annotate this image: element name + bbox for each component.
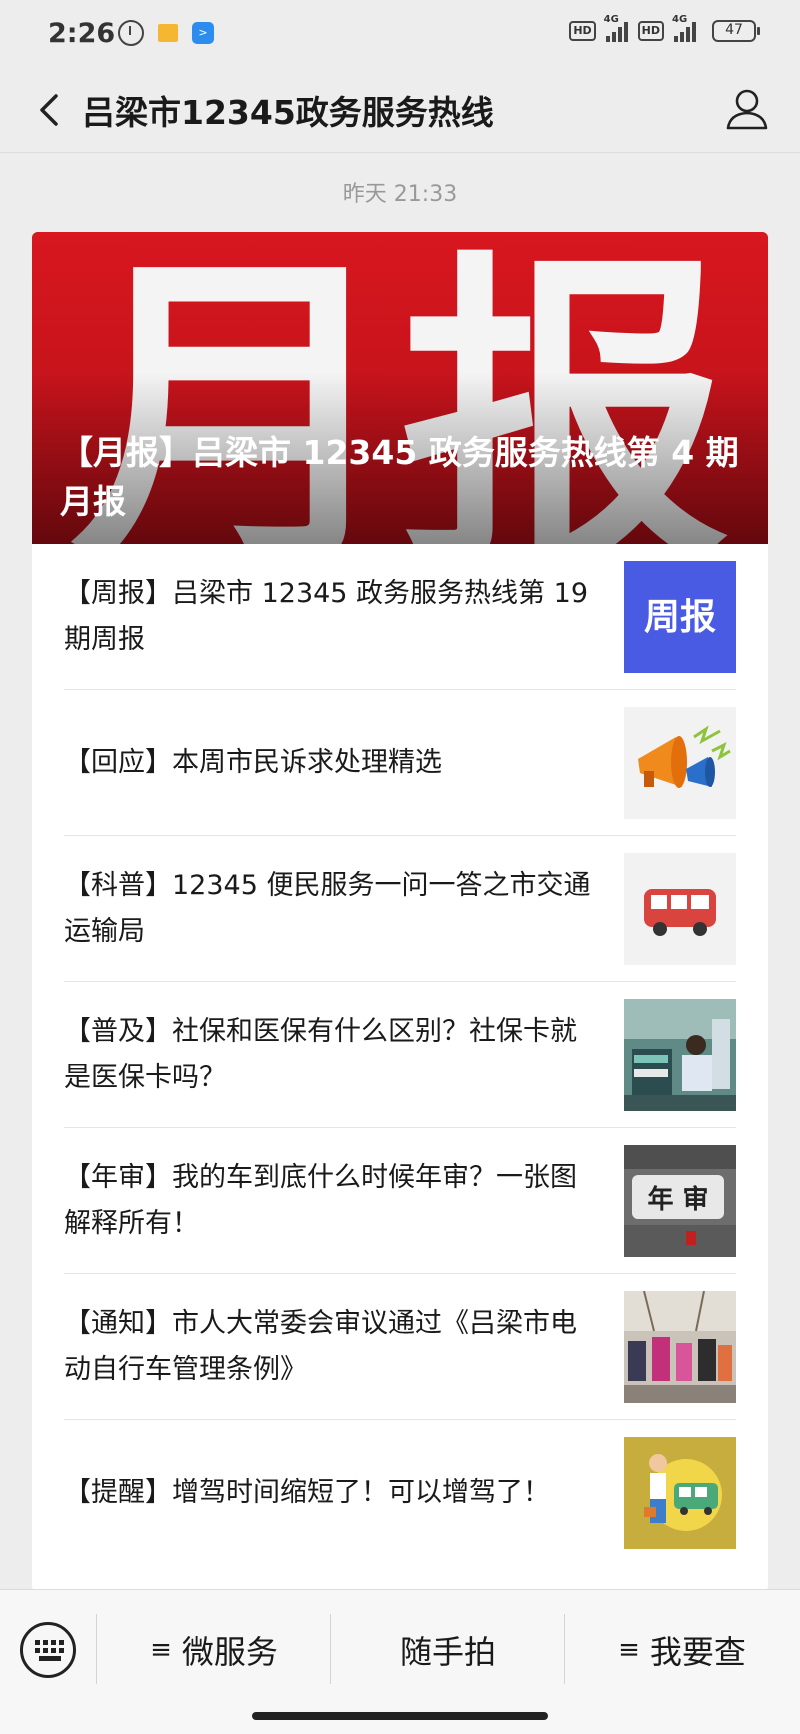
note-icon — [158, 24, 178, 42]
driver-illustration-thumbnail — [624, 1436, 736, 1549]
back-icon[interactable] — [30, 90, 70, 130]
article-title: 【回应】本周市民诉求处理精选 — [64, 746, 442, 778]
menu-snapshot[interactable]: 随手拍 — [332, 1610, 564, 1690]
menu-inquiry[interactable]: ≡ 我要查 — [566, 1610, 798, 1690]
article-title: 【科普】12345 便民服务一问一答之市交通运输局 — [64, 869, 591, 947]
hero-article[interactable]: 月报 【月报】吕梁市 12345 政务服务热线第 4 期月报 — [32, 232, 768, 544]
status-bar: 2:26 > HD 4G HD 4G 47 — [0, 0, 800, 68]
e-bike-street-thumbnail — [624, 1290, 736, 1403]
menu-divider — [96, 1614, 97, 1684]
article-card: 月报 【月报】吕梁市 12345 政务服务热线第 4 期月报 【周报】吕梁市 1… — [32, 232, 768, 1592]
alarm-icon — [118, 20, 144, 46]
service-counter-thumbnail — [624, 998, 736, 1111]
article-list: 【周报】吕梁市 12345 政务服务热线第 19 期周报 周报 【回应】本周市民… — [32, 544, 768, 1565]
bus-thumbnail — [624, 852, 736, 965]
hd-icon: HD — [569, 21, 596, 41]
weekly-report-thumbnail: 周报 — [624, 560, 736, 673]
svg-text:周报: 周报 — [644, 597, 716, 638]
article-title: 【普及】社保和医保有什么区别？社保卡就是医保卡吗？ — [64, 1015, 577, 1093]
list-item[interactable]: 【周报】吕梁市 12345 政务服务热线第 19 期周报 周报 — [64, 544, 736, 690]
menu-list-icon: ≡ — [618, 1635, 640, 1665]
system-icons: HD 4G HD 4G 47 — [569, 14, 760, 42]
message-timestamp: 昨天 21:33 — [342, 182, 458, 207]
menu-micro-service[interactable]: ≡ 微服务 — [98, 1610, 330, 1690]
hd-icon: HD — [637, 21, 664, 41]
list-item[interactable]: 【普及】社保和医保有什么区别？社保卡就是医保卡吗？ — [64, 982, 736, 1128]
hero-title: 【月报】吕梁市 12345 政务服务热线第 4 期月报 — [60, 433, 739, 521]
app-notification-icon: > — [192, 22, 214, 44]
home-indicator[interactable] — [252, 1712, 548, 1720]
svg-text:年 审: 年 审 — [647, 1184, 708, 1215]
profile-icon[interactable] — [724, 86, 770, 132]
article-title: 【提醒】增驾时间缩短了！可以增驾了！ — [64, 1476, 550, 1508]
menu-label: 我要查 — [649, 1633, 746, 1671]
menu-label: 随手拍 — [399, 1633, 496, 1671]
notification-icons: > — [118, 20, 214, 46]
page-title: 吕梁市12345政务服务热线 — [82, 93, 494, 132]
list-item[interactable]: 【通知】市人大常委会审议通过《吕梁市电动自行车管理条例》 — [64, 1274, 736, 1420]
list-item[interactable]: 【年审】我的车到底什么时候年审？一张图解释所有！ 年 审 — [64, 1128, 736, 1274]
megaphone-thumbnail — [624, 706, 736, 819]
list-item[interactable]: 【提醒】增驾时间缩短了！可以增驾了！ — [64, 1420, 736, 1565]
navigation-bar: 吕梁市12345政务服务热线 — [0, 68, 800, 153]
list-item[interactable]: 【科普】12345 便民服务一问一答之市交通运输局 — [64, 836, 736, 982]
battery-icon: 47 — [712, 20, 760, 42]
list-item[interactable]: 【回应】本周市民诉求处理精选 — [64, 690, 736, 836]
signal-icon: 4G — [672, 14, 696, 42]
keyboard-icon[interactable] — [20, 1622, 76, 1678]
article-title: 【年审】我的车到底什么时候年审？一张图解释所有！ — [64, 1161, 577, 1239]
menu-divider — [564, 1614, 565, 1684]
status-time: 2:26 — [48, 18, 116, 49]
article-title: 【通知】市人大常委会审议通过《吕梁市电动自行车管理条例》 — [64, 1307, 577, 1385]
menu-divider — [330, 1614, 331, 1684]
menu-label: 微服务 — [181, 1633, 278, 1671]
signal-icon: 4G — [604, 14, 628, 42]
article-title: 【周报】吕梁市 12345 政务服务热线第 19 期周报 — [64, 577, 588, 655]
menu-list-icon: ≡ — [150, 1635, 172, 1665]
car-inspection-thumbnail: 年 审 — [624, 1144, 736, 1257]
